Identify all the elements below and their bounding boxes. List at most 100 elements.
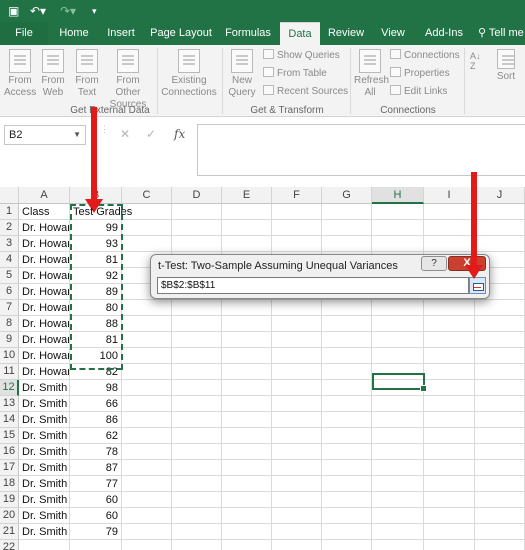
cell-b[interactable]: 77 [70,476,121,492]
row-header[interactable]: 5 [0,268,19,284]
column-header-d[interactable]: D [172,187,222,204]
tab-review[interactable]: Review [324,22,368,45]
cell-b[interactable]: 78 [70,444,121,460]
connections-button[interactable]: Connections [390,49,460,63]
select-all-corner[interactable] [0,187,19,204]
cell-b[interactable]: 62 [70,428,121,444]
cell-a[interactable]: Dr. Smith [19,476,69,492]
edit-links-button[interactable]: Edit Links [390,85,447,99]
cell-a[interactable]: Dr. Smith [19,508,69,524]
from-web-button[interactable]: From Web [38,49,68,99]
save-icon[interactable]: ▣ [8,3,19,19]
row-header[interactable]: 9 [0,332,19,348]
from-access-button[interactable]: From Access [4,49,36,99]
cell-b[interactable]: 60 [70,492,121,508]
expand-dialog-button[interactable] [469,277,486,294]
cell-a[interactable]: Dr. Howard [19,252,69,268]
cell-b[interactable]: 86 [70,412,121,428]
from-other-sources-button[interactable]: From Other Sources [103,49,153,111]
cell-b[interactable]: 89 [70,284,121,300]
cell-a[interactable]: Dr. Howard [19,332,69,348]
row-header[interactable]: 7 [0,300,19,316]
cell-b[interactable]: 92 [70,268,121,284]
cell-b[interactable]: 80 [70,300,121,316]
cell-b[interactable]: 93 [70,236,121,252]
from-text-button[interactable]: From Text [72,49,102,99]
refresh-all-button[interactable]: Refresh All [354,49,389,99]
column-header-g[interactable]: G [322,187,372,204]
cell-a[interactable]: Dr. Howard [19,316,69,332]
from-table-button[interactable]: From Table [263,67,327,81]
cell-a[interactable]: Dr. Smith [19,412,69,428]
cell-a[interactable]: Dr. Howard [19,348,69,364]
customize-qat-icon[interactable]: ▾ [92,3,97,19]
tab-page-layout[interactable]: Page Layout [148,22,214,45]
cell-b[interactable]: 99 [70,220,121,236]
cell-a[interactable]: Dr. Howard [19,364,69,380]
tab-add-ins[interactable]: Add-Ins [418,22,470,45]
cell-a[interactable]: Dr. Howard [19,236,69,252]
show-queries-button[interactable]: Show Queries [263,49,340,63]
worksheet-grid[interactable]: ABCDEFGHIJ1ClassTest Grades2Dr. Howard99… [0,187,525,550]
tab-formulas[interactable]: Formulas [220,22,276,45]
row-header[interactable]: 17 [0,460,19,476]
active-cell-h12[interactable] [372,373,427,392]
cell-a[interactable]: Dr. Smith [19,460,69,476]
row-header[interactable]: 20 [0,508,19,524]
formula-input[interactable] [197,124,525,176]
cell-a[interactable]: Dr. Smith [19,444,69,460]
row-header[interactable]: 2 [0,220,19,236]
cell-b[interactable]: 87 [70,460,121,476]
existing-connections-button[interactable]: Existing Connections [160,49,218,99]
cell-b[interactable]: 81 [70,332,121,348]
help-button[interactable]: ? [421,256,447,271]
row-header[interactable]: 18 [0,476,19,492]
cell-b[interactable] [70,540,121,550]
cell-a[interactable]: Dr. Howard [19,284,69,300]
column-header-h[interactable]: H [372,187,424,204]
cell-a[interactable]: Class [19,204,69,220]
sort-az-button[interactable]: A↓ Z [470,51,481,71]
cell-a[interactable]: Dr. Howard [19,220,69,236]
tell-me-box[interactable]: ⚲ Tell me [478,22,525,45]
cell-b[interactable]: 79 [70,524,121,540]
row-header[interactable]: 3 [0,236,19,252]
row-header[interactable]: 14 [0,412,19,428]
column-header-e[interactable]: E [222,187,272,204]
recent-sources-button[interactable]: Recent Sources [263,85,348,99]
column-header-f[interactable]: F [272,187,322,204]
tab-insert[interactable]: Insert [100,22,142,45]
row-header[interactable]: 21 [0,524,19,540]
cell-b[interactable]: 66 [70,396,121,412]
cell-a[interactable] [19,540,69,550]
tab-view[interactable]: View [374,22,412,45]
enter-icon[interactable]: ✓ [146,127,156,141]
cell-a[interactable]: Dr. Howard [19,268,69,284]
row-header[interactable]: 6 [0,284,19,300]
column-header-j[interactable]: J [475,187,525,204]
cell-b[interactable]: Test Grades [70,204,150,220]
row-header[interactable]: 10 [0,348,19,364]
cell-b[interactable]: 98 [70,380,121,396]
row-header[interactable]: 19 [0,492,19,508]
tab-data[interactable]: Data [280,22,320,45]
cell-b[interactable]: 60 [70,508,121,524]
sort-button[interactable]: Sort [492,49,520,83]
row-header[interactable]: 1 [0,204,19,220]
tab-file[interactable]: File [0,22,48,45]
cell-a[interactable]: Dr. Smith [19,428,69,444]
cell-b[interactable]: 81 [70,252,121,268]
cell-a[interactable]: Dr. Howard [19,300,69,316]
range-input[interactable]: $B$2:$B$11 [157,277,469,294]
column-header-c[interactable]: C [122,187,172,204]
row-header[interactable]: 8 [0,316,19,332]
cell-a[interactable]: Dr. Smith [19,396,69,412]
new-query-button[interactable]: New Query [226,49,258,99]
cell-a[interactable]: Dr. Smith [19,524,69,540]
undo-icon[interactable]: ↶▾ [30,3,46,19]
redo-icon[interactable]: ↷▾ [60,3,76,19]
row-header[interactable]: 13 [0,396,19,412]
row-header[interactable]: 15 [0,428,19,444]
column-header-i[interactable]: I [424,187,475,204]
properties-button[interactable]: Properties [390,67,450,81]
